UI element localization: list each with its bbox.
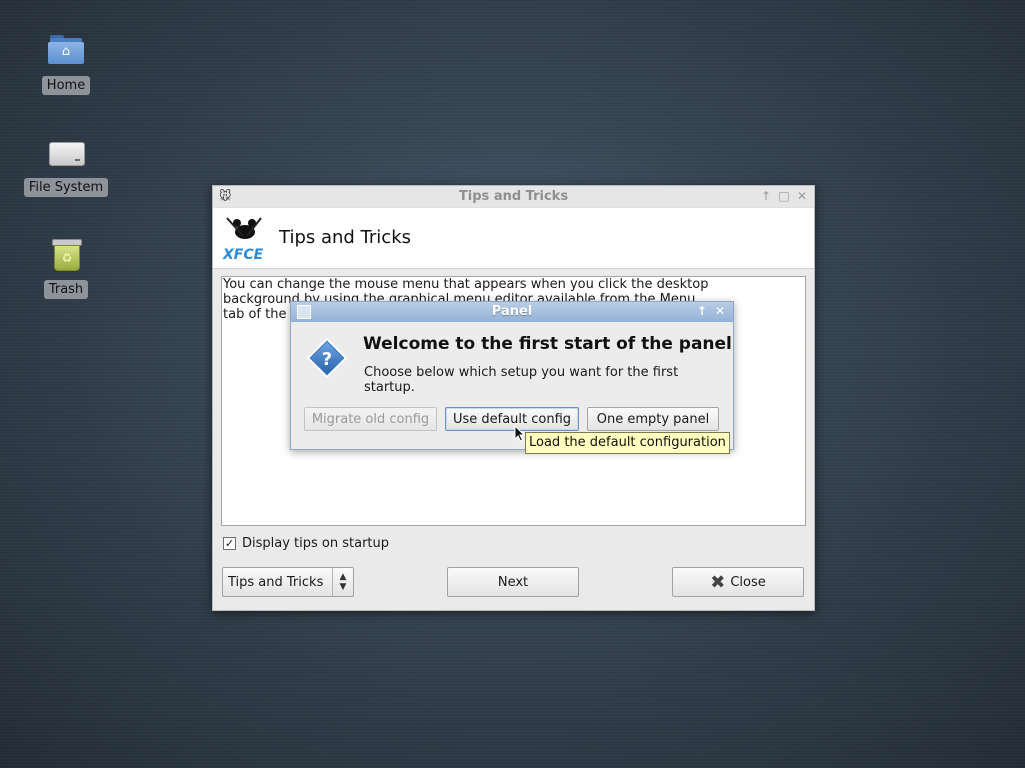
window-header: XFCE Tips and Tricks	[213, 208, 814, 269]
display-tips-label: Display tips on startup	[242, 536, 390, 551]
close-icon[interactable]: ✕	[715, 304, 725, 318]
drive-icon	[46, 132, 86, 172]
home-folder-icon: ⌂	[46, 30, 86, 70]
dialog-titlebar[interactable]: Panel ↑ ✕	[291, 302, 733, 322]
desktop-icon-home[interactable]: ⌂ Home	[16, 30, 116, 95]
mouse-pointer-icon	[514, 425, 526, 442]
shade-up-icon[interactable]: ↑	[697, 304, 707, 318]
trash-icon: ♻	[46, 234, 86, 274]
default-label: Use default config	[452, 411, 572, 427]
dialog-subtext: Choose below which setup you want for th…	[364, 365, 679, 395]
combo-arrows-icon: ▲ ▼	[332, 568, 353, 596]
next-button-label: Next	[497, 574, 529, 590]
desktop-icon-file-system[interactable]: File System	[16, 132, 116, 197]
xfce-logo-text: XFCE	[222, 247, 264, 262]
xfce-mouse-logo-icon: XFCE	[222, 217, 264, 262]
migrate-config-button[interactable]: Migrate old config	[304, 407, 437, 431]
page-title: Tips and Tricks	[279, 227, 412, 248]
dialog-title: Panel	[491, 304, 533, 319]
panel-dialog: Panel ↑ ✕ ? Welcome to the first start o…	[290, 301, 734, 450]
tooltip: Load the default configuration	[525, 432, 730, 454]
display-tips-checkbox[interactable]: ✓	[223, 537, 236, 550]
close-icon: ✖	[710, 571, 726, 593]
window-title: Tips and Tricks	[458, 189, 569, 204]
dialog-heading: Welcome to the first start of the panel	[363, 334, 732, 354]
close-icon[interactable]: ✕	[796, 189, 808, 203]
desktop-icon-label: File System	[23, 178, 109, 197]
shade-up-icon[interactable]: ↑	[760, 189, 772, 203]
close-button[interactable]: ✖ Close	[672, 567, 804, 597]
use-default-config-button[interactable]: Use default config	[445, 407, 579, 431]
one-empty-panel-button[interactable]: One empty panel	[587, 407, 719, 431]
desktop-icon-label: Trash	[43, 280, 89, 299]
combo-value: Tips and Tricks	[228, 574, 324, 590]
desktop-icon-trash[interactable]: ♻ Trash	[16, 234, 116, 299]
empty-panel-label: One empty panel	[596, 411, 710, 427]
next-button[interactable]: Next	[447, 567, 579, 597]
window-titlebar[interactable]: 🐭 Tips and Tricks ↑ □ ✕	[213, 186, 814, 208]
desktop-icon-label: Home	[41, 76, 91, 95]
display-tips-row[interactable]: ✓ Display tips on startup	[223, 536, 389, 551]
tip-line: You can change the mouse menu that appea…	[223, 277, 709, 292]
tips-category-combo[interactable]: Tips and Tricks ▲ ▼	[222, 567, 354, 597]
maximize-icon[interactable]: □	[778, 189, 790, 203]
migrate-label: Migrate old config	[311, 411, 430, 427]
svg-text:?: ?	[322, 349, 332, 370]
close-button-label: Close	[730, 574, 766, 590]
question-icon: ?	[307, 338, 347, 378]
